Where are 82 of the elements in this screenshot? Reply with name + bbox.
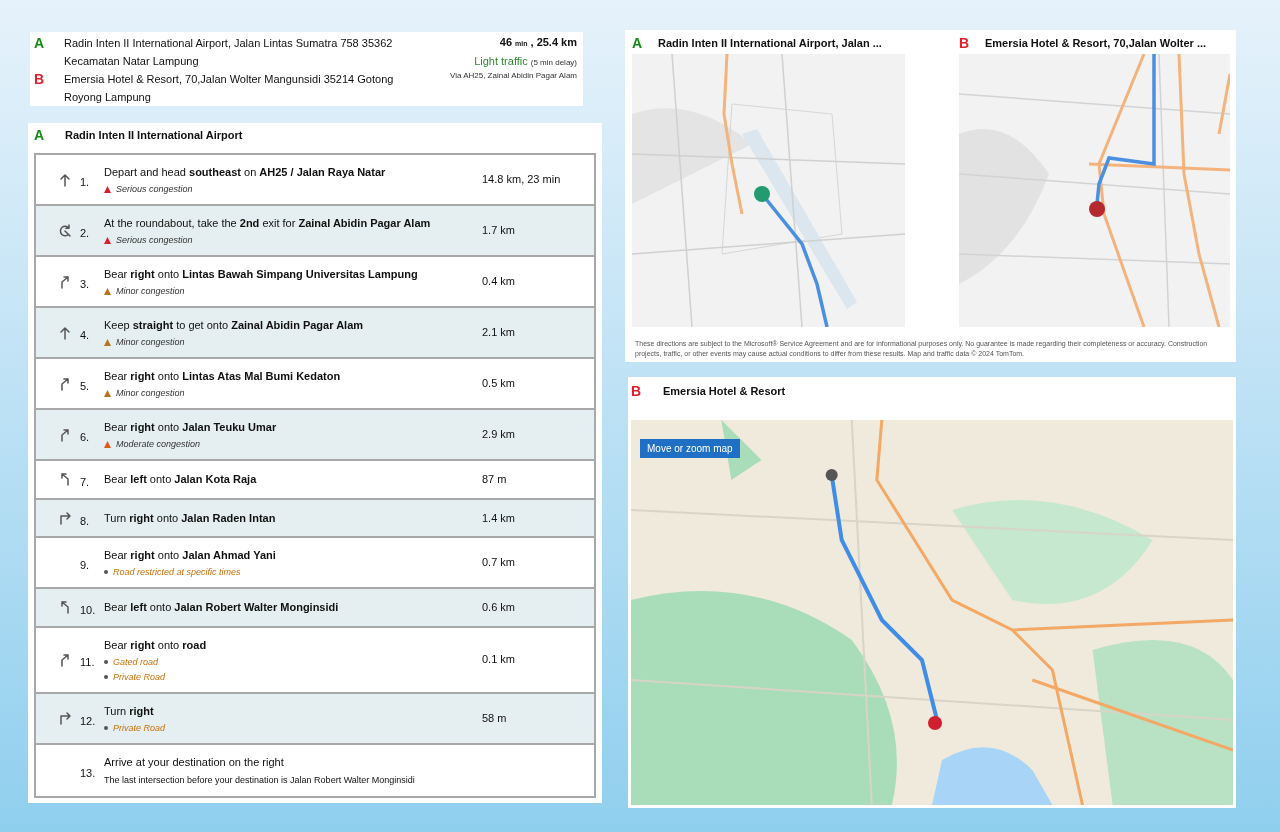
step-instruction: Bear right onto road [104, 637, 208, 653]
step-number: 6. [80, 430, 91, 446]
step-instruction: Depart and head southeast on AH25 / Jalan Raya Natar [104, 165, 387, 180]
step-instruction: Arrive at your destination on the right [104, 754, 285, 770]
step-instruction: Turn right [104, 703, 155, 719]
step-instruction: Bear right onto Jalan Teuku Umar [104, 420, 278, 435]
waypoint-marker: B [959, 33, 971, 53]
bear-right-arrow-icon [58, 427, 72, 442]
route-via: Via AH25, Zainal Abidin Pagar Alam [449, 70, 577, 82]
restriction-note: Private Road [113, 670, 166, 683]
restriction-note: Road restricted at specific times [113, 566, 241, 578]
step-distance: 2.1 km [482, 325, 516, 341]
step-instruction: Turn right onto Jalan Raden Intan [104, 510, 277, 526]
bear-right-arrow-icon [58, 274, 72, 289]
start-location-name: Radin Inten II International Airport [65, 127, 243, 143]
step-number: 9. [80, 558, 91, 574]
step-distance: 58 m [482, 710, 508, 726]
step-distance: 14.8 km, 23 min [482, 172, 562, 188]
step-number: 13. [80, 765, 97, 781]
step-instruction: Bear left onto Jalan Robert Walter Monginsidi [104, 600, 340, 616]
map-title: Radin Inten II International Airport, Jalan ... [658, 35, 882, 51]
step-number: 8. [80, 513, 91, 529]
bullet-icon [104, 725, 108, 730]
step-instruction: Bear right onto Lintas Atas Mal Bumi Kedaton [104, 369, 342, 384]
congestion-note: Moderate congestion [116, 438, 201, 450]
step-number: 11. [80, 655, 96, 671]
step-distance: 87 m [482, 472, 508, 487]
step-instruction: At the roundabout, take the 2nd exit for Zainal Abidin Pagar Alam [104, 216, 432, 231]
congestion-note: Minor congestion [116, 285, 185, 297]
turn-right-arrow-icon [58, 510, 72, 525]
map-title: Emersia Hotel & Resort, 70,Jalan Wolter ... [985, 35, 1207, 51]
congestion-note: Serious congestion [116, 183, 193, 195]
waypoint-marker: B [631, 381, 643, 401]
congestion-note: Minor congestion [116, 336, 185, 348]
move-or-zoom-map-button[interactable]: Move or zoom map [640, 439, 740, 458]
bear-left-arrow-icon [58, 472, 72, 487]
waypoint-marker: A [34, 125, 46, 145]
step-distance: 1.7 km [482, 223, 516, 239]
traffic-status: Light traffic [474, 53, 528, 69]
waypoint-address: Emersia Hotel & Resort, 70,Jalan Wolter Mangunsidi 35214 Gotong Royong Lampung [64, 72, 395, 105]
step-distance: 1.4 km [482, 510, 516, 526]
congestion-note: Serious congestion [116, 234, 193, 246]
step-number: 10. [80, 603, 97, 618]
step-instruction: Keep straight to get onto Zainal Abidin Pagar Alam [104, 318, 365, 333]
roundabout-icon [58, 223, 72, 238]
step-number: 3. [80, 277, 91, 293]
waypoint-marker: B [34, 70, 46, 89]
step-distance: 0.1 km [482, 652, 516, 668]
step-instruction: Bear right onto Jalan Ahmad Yani [104, 548, 277, 563]
waypoint-address: Radin Inten II International Airport, Jalan Lintas Sumatra 758 35362 Kecamatan Natar Lampung [64, 36, 394, 69]
turn-right-arrow-icon [58, 711, 72, 725]
step-number: 4. [80, 328, 91, 344]
step-number: 2. [80, 226, 91, 242]
step-number: 5. [80, 379, 91, 395]
step-distance: 0.7 km [482, 555, 516, 571]
restriction-note: Gated road [113, 655, 159, 668]
step-detail: The last intersection before your destination is Jalan Robert Walter Monginsidi [104, 773, 416, 787]
congestion-note: Minor congestion [116, 387, 185, 399]
bullet-icon [104, 674, 108, 679]
bear-left-arrow-icon [58, 600, 72, 615]
map-title: Emersia Hotel & Resort [663, 383, 786, 399]
bear-right-arrow-icon [58, 652, 72, 667]
step-number: 7. [80, 475, 91, 490]
duration-value: 46 [499, 35, 513, 50]
step-number: 12. [80, 713, 97, 729]
restriction-note: Private Road [113, 721, 166, 734]
bear-right-arrow-icon [58, 376, 72, 391]
traffic-delay: (5 min delay) [530, 56, 577, 69]
step-distance: 0.6 km [482, 600, 516, 615]
step-instruction: Bear left onto Jalan Kota Raja [104, 472, 258, 488]
straight-arrow-icon [58, 172, 72, 187]
step-number: 1. [80, 175, 91, 191]
distance-value: , 25.4 km [530, 35, 577, 50]
bullet-icon [104, 659, 108, 664]
waypoint-marker: A [34, 34, 46, 53]
step-distance: 0.5 km [482, 376, 516, 392]
step-instruction: Bear right onto Lintas Bawah Simpang Universitas Lampung [104, 267, 419, 282]
step-distance: 0.4 km [482, 274, 516, 290]
step-distance: 2.9 km [482, 427, 516, 443]
straight-arrow-icon [58, 325, 72, 340]
bullet-icon [104, 570, 108, 574]
waypoint-marker: A [632, 33, 644, 53]
